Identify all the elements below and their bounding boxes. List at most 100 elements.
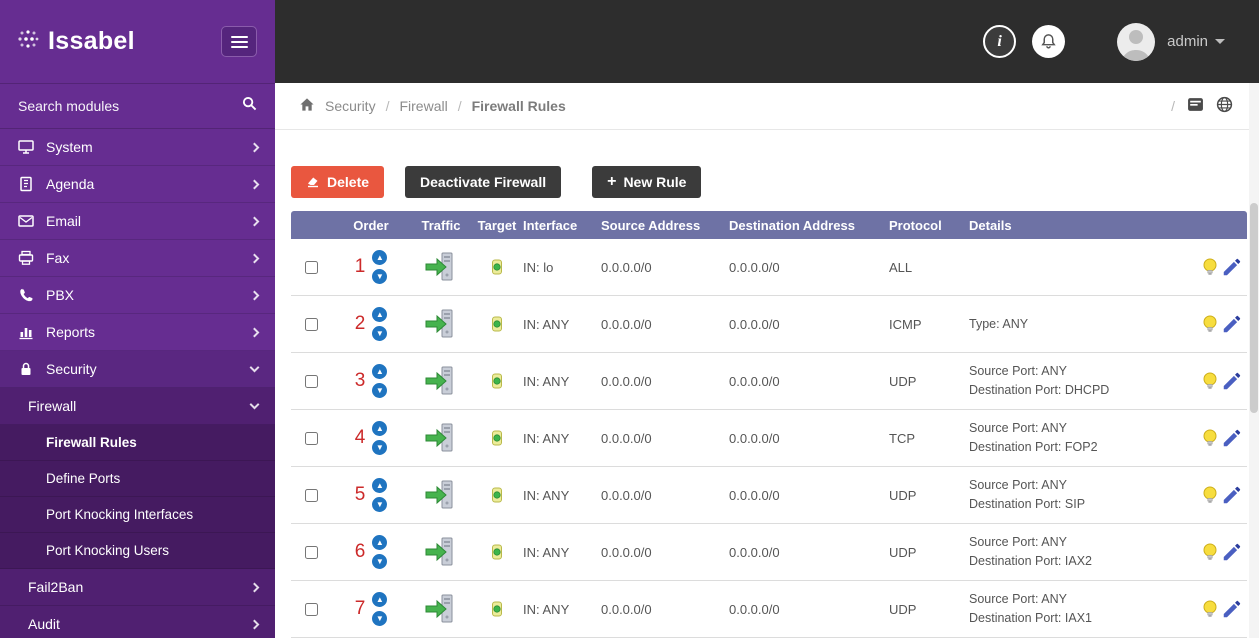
row-checkbox[interactable] [304,374,318,388]
sidebar-item-firewall[interactable]: Firewall [0,388,275,425]
table-row: 5 ▲ ▼ IN: ANY 0.0.0.0/0 0.0.0.0/0 UDP So… [291,467,1247,524]
traffic-icon [411,534,471,570]
sidebar-item-audit[interactable]: Audit [0,606,275,638]
scrollbar-thumb[interactable] [1250,203,1258,413]
edit-icon[interactable] [1221,484,1243,506]
edit-icon[interactable] [1221,598,1243,620]
search-icon[interactable] [242,96,257,116]
toolbar: Delete Deactivate Firewall + New Rule [291,166,1259,198]
move-down-button[interactable]: ▼ [372,554,388,569]
search-input[interactable] [18,98,242,114]
bulb-icon[interactable] [1201,371,1219,391]
row-checkbox[interactable] [304,431,318,445]
sidebar-item-label: Security [46,361,97,377]
order-number: 1 [354,256,366,277]
sidebar-item-port-knocking-users[interactable]: Port Knocking Users [0,533,275,569]
target-icon [471,544,523,560]
move-down-button[interactable]: ▼ [372,326,388,341]
details-value: Type: ANY [969,316,1029,331]
sidebar-item-agenda[interactable]: Agenda [0,166,275,203]
details-value: Source Port: ANY Destination Port: IAX1 [969,592,1092,625]
traffic-icon [411,306,471,342]
col-header-interface: Interface [523,217,578,233]
sidebar-item-system[interactable]: System [0,129,275,166]
interface-value: IN: ANY [523,601,570,617]
sidebar-item-firewall-rules[interactable]: Firewall Rules [0,425,275,461]
delete-button[interactable]: Delete [291,166,385,198]
bulb-icon[interactable] [1201,257,1219,277]
bulb-icon[interactable] [1201,485,1219,505]
bulb-icon[interactable] [1201,314,1219,334]
new-rule-button[interactable]: + New Rule [592,166,702,198]
move-up-button[interactable]: ▲ [372,478,388,493]
edit-icon[interactable] [1221,427,1243,449]
move-up-button[interactable]: ▲ [372,421,388,436]
agenda-icon [17,176,35,192]
sidebar-item-fail2ban[interactable]: Fail2Ban [0,569,275,606]
move-up-button[interactable]: ▲ [372,592,388,607]
plus-icon: + [607,173,617,190]
firewall-rules-table: Order Traffic Target Interface Source Ad… [291,211,1247,638]
destination-address-value: 0.0.0.0/0 [729,316,780,332]
sidebar-item-email[interactable]: Email [0,203,275,240]
deactivate-firewall-button[interactable]: Deactivate Firewall [405,166,562,198]
row-checkbox[interactable] [304,488,318,502]
issabel-logo[interactable]: Issabel [16,27,135,56]
sidebar-item-label: Define Ports [46,471,121,486]
sidebar-item-fax[interactable]: Fax [0,240,275,277]
move-up-button[interactable]: ▲ [372,307,388,322]
move-down-button[interactable]: ▼ [372,440,388,455]
edit-icon[interactable] [1221,541,1243,563]
email-icon [17,213,35,229]
row-checkbox[interactable] [304,260,318,274]
row-checkbox[interactable] [304,545,318,559]
sidebar-item-security[interactable]: Security [0,351,275,388]
move-down-button[interactable]: ▼ [372,383,388,398]
user-menu[interactable]: admin [1167,33,1225,50]
interface-value: IN: lo [523,259,554,275]
sidebar-item-label: Reports [46,324,96,340]
row-checkbox[interactable] [304,602,318,616]
sidebar-item-define-ports[interactable]: Define Ports [0,461,275,497]
avatar[interactable] [1117,22,1156,61]
main-area: i admin Security / Firewall / Firewall R… [275,0,1259,638]
destination-address-value: 0.0.0.0/0 [729,259,780,275]
order-number: 7 [354,598,366,619]
details-value: Source Port: ANY Destination Port: DHCPD [969,364,1110,397]
breadcrumb-item-firewall-rules: Firewall Rules [471,98,566,114]
new-rule-button-label: New Rule [623,174,687,190]
bulb-icon[interactable] [1201,428,1219,448]
notifications-button[interactable] [1032,25,1066,58]
move-up-button[interactable]: ▲ [372,535,388,550]
home-icon[interactable] [299,97,315,115]
row-checkbox[interactable] [304,317,318,331]
sidebar-item-reports[interactable]: Reports [0,314,275,351]
edit-icon[interactable] [1221,370,1243,392]
move-down-button[interactable]: ▼ [372,497,388,512]
info-button[interactable]: i [983,25,1017,58]
breadcrumb-trailing-separator: / [1171,98,1175,114]
source-address-value: 0.0.0.0/0 [601,259,652,275]
move-up-button[interactable]: ▲ [372,364,388,379]
move-down-button[interactable]: ▼ [372,611,388,626]
move-up-button[interactable]: ▲ [372,250,388,265]
menu-toggle-button[interactable] [221,26,257,57]
globe-icon[interactable] [1216,96,1233,116]
chevron-down-icon [249,362,260,373]
breadcrumb-item-firewall[interactable]: Firewall [399,98,447,114]
edit-icon[interactable] [1221,313,1243,335]
row-actions [1175,427,1247,449]
source-address-value: 0.0.0.0/0 [601,544,652,560]
sidebar-item-pbx[interactable]: PBX [0,277,275,314]
breadcrumb-item-security[interactable]: Security [325,98,376,114]
destination-address-value: 0.0.0.0/0 [729,601,780,617]
logo-text: Issabel [48,27,135,55]
sidebar-item-port-knocking-interfaces[interactable]: Port Knocking Interfaces [0,497,275,533]
table-row: 2 ▲ ▼ IN: ANY 0.0.0.0/0 0.0.0.0/0 ICMP T… [291,296,1247,353]
bulb-icon[interactable] [1201,542,1219,562]
bulb-icon[interactable] [1201,599,1219,619]
move-down-button[interactable]: ▼ [372,269,388,284]
row-actions [1175,598,1247,620]
panel-icon[interactable] [1187,97,1204,115]
edit-icon[interactable] [1221,256,1243,278]
